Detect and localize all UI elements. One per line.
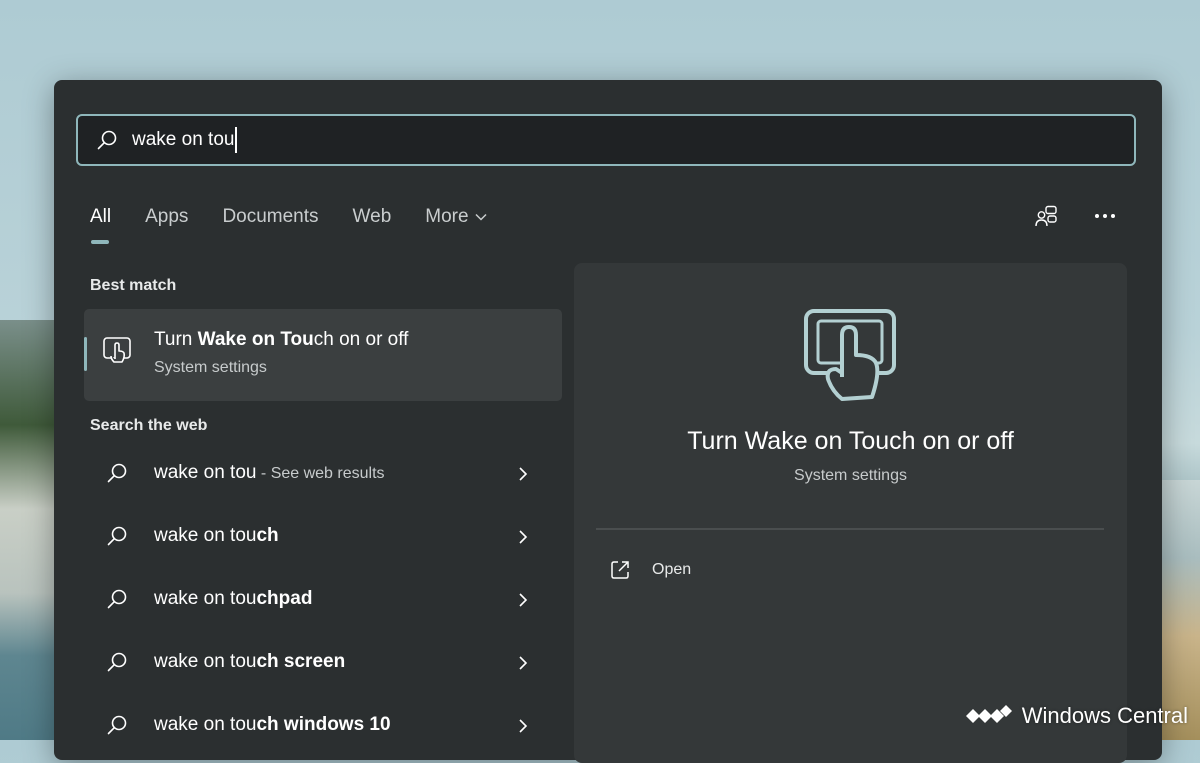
web-result-item[interactable]: wake on tou - See web results	[84, 446, 562, 506]
tab-more-label: More	[425, 206, 469, 227]
best-match-result[interactable]: Turn Wake on Touch on or off System sett…	[84, 309, 562, 401]
best-match-title-prefix: Turn	[154, 329, 198, 350]
windows-central-logo-icon	[965, 705, 1012, 723]
tab-web[interactable]: Web	[353, 206, 392, 228]
web-result-item[interactable]: wake on touch	[84, 509, 562, 569]
web-result-text: wake on touch	[154, 525, 279, 547]
search-icon	[107, 589, 127, 609]
filter-tabs: All Apps Documents Web More	[90, 206, 521, 244]
web-result-query: wake on tou	[154, 588, 257, 609]
watermark-text: Windows Central	[1021, 703, 1188, 728]
search-icon	[107, 715, 127, 735]
touch-hand-icon	[804, 309, 896, 401]
tab-more[interactable]: More	[425, 206, 487, 228]
tab-apps[interactable]: Apps	[145, 206, 188, 228]
web-result-text: wake on touchpad	[154, 588, 312, 610]
web-result-text: wake on touch windows 10	[154, 714, 391, 736]
web-result-completion: ch screen	[256, 651, 346, 672]
web-result-query: wake on tou	[154, 651, 257, 672]
chevron-down-icon	[475, 213, 487, 221]
best-match-heading: Best match	[90, 277, 177, 294]
web-result-note: - See web results	[256, 465, 385, 482]
result-preview-pane: Turn Wake on Touch on or off System sett…	[574, 263, 1127, 763]
search-web-heading: Search the web	[90, 417, 208, 434]
divider	[596, 528, 1104, 530]
search-icon	[107, 463, 127, 483]
open-label: Open	[652, 561, 692, 578]
account-switch-icon[interactable]	[1034, 204, 1058, 228]
web-result-text: wake on tou - See web results	[154, 462, 385, 484]
search-input[interactable]: wake on tou	[132, 129, 234, 151]
web-result-item[interactable]: wake on touch screen	[84, 635, 562, 695]
search-icon	[107, 526, 127, 546]
watermark: Windows Central	[965, 703, 1188, 729]
chevron-right-icon	[519, 467, 528, 481]
best-match-title-highlight: Wake on Tou	[197, 329, 314, 350]
search-box[interactable]: wake on tou	[76, 114, 1136, 166]
tab-all[interactable]: All	[90, 206, 111, 244]
touch-hand-icon	[103, 337, 131, 363]
chevron-right-icon	[519, 593, 528, 607]
search-icon	[97, 130, 117, 150]
web-result-completion: ch windows 10	[256, 714, 391, 735]
preview-title: Turn Wake on Touch on or off	[687, 427, 1014, 455]
text-caret	[235, 127, 237, 153]
chevron-right-icon	[519, 530, 528, 544]
web-result-query: wake on tou	[154, 714, 257, 735]
search-panel: wake on tou All Apps Documents Web More …	[54, 80, 1162, 763]
best-match-title-suffix: ch on or off	[313, 329, 409, 350]
more-options-icon[interactable]	[1094, 213, 1116, 219]
chevron-right-icon	[519, 719, 528, 733]
preview-subtitle: System settings	[794, 467, 907, 484]
desktop-background	[0, 320, 60, 740]
web-result-text: wake on touch screen	[154, 651, 345, 673]
web-result-completion: chpad	[256, 588, 313, 609]
web-result-item[interactable]: wake on touchpad	[84, 572, 562, 632]
web-result-item[interactable]: wake on touch windows 10	[84, 698, 562, 758]
open-external-icon	[611, 561, 629, 579]
search-icon	[107, 652, 127, 672]
selection-indicator	[84, 337, 87, 371]
best-match-subtitle: System settings	[154, 359, 267, 376]
open-action[interactable]: Open	[610, 560, 691, 580]
web-result-query: wake on tou	[154, 462, 257, 483]
best-match-title: Turn Wake on Touch on or off	[154, 329, 408, 351]
web-result-query: wake on tou	[154, 525, 257, 546]
web-result-completion: ch	[256, 525, 279, 546]
desktop-background-right	[1160, 480, 1200, 740]
tab-documents[interactable]: Documents	[222, 206, 318, 228]
header-actions	[1034, 204, 1116, 228]
chevron-right-icon	[519, 656, 528, 670]
